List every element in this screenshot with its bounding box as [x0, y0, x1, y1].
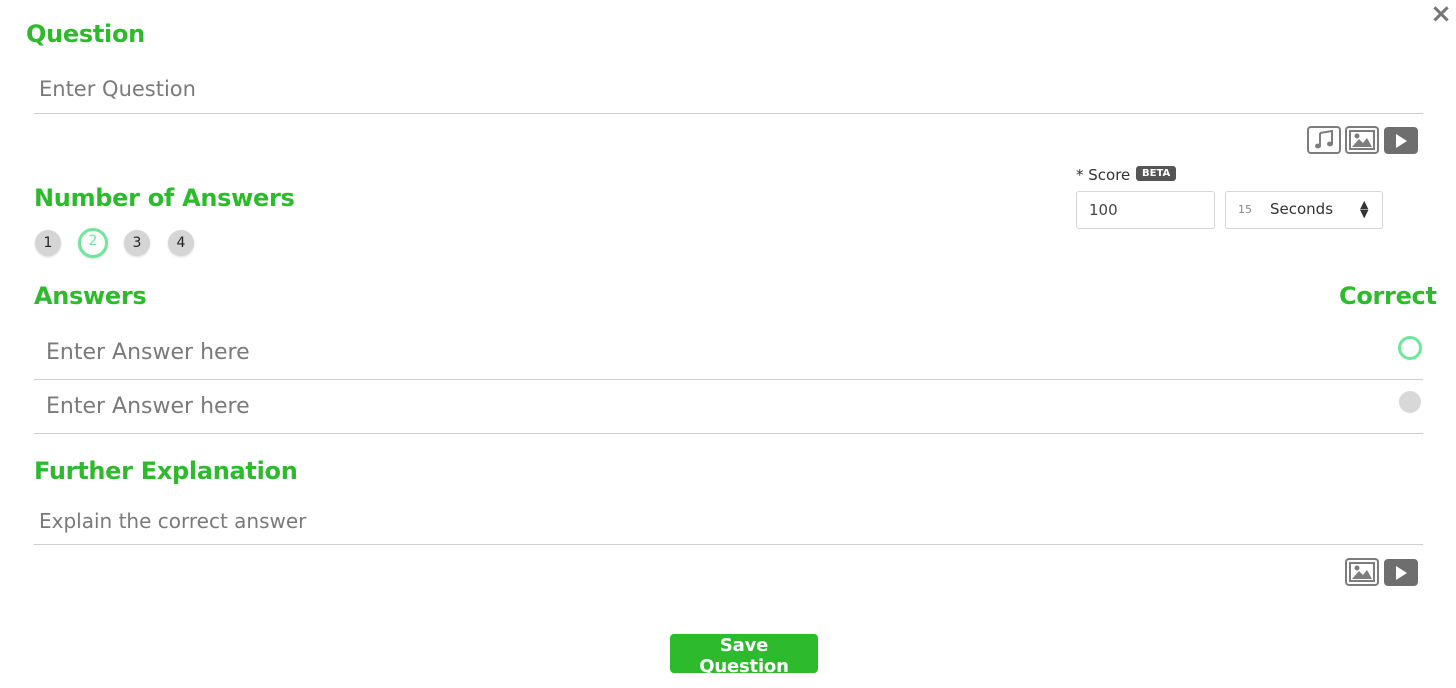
answer-count-option-2[interactable]: 2 — [78, 228, 108, 258]
correct-heading: Correct — [1339, 282, 1437, 310]
music-icon[interactable] — [1307, 126, 1341, 154]
select-arrows-icon: ▲ ▼ — [1360, 198, 1369, 220]
beta-badge: BETA — [1136, 166, 1177, 181]
further-explanation-heading: Further Explanation — [34, 457, 298, 485]
close-icon[interactable]: × — [1430, 1, 1452, 27]
score-input[interactable]: 100 — [1076, 191, 1215, 229]
video-play-icon[interactable] — [1384, 559, 1418, 586]
answer-count-option-1[interactable]: 1 — [35, 230, 61, 256]
answer-count-option-4[interactable]: 4 — [168, 230, 194, 256]
correct-radio-2[interactable] — [1399, 391, 1421, 413]
answer-count-option-3[interactable]: 3 — [124, 230, 150, 256]
answer-input-2[interactable] — [34, 380, 1423, 434]
time-select[interactable]: 15 Seconds ▲ ▼ — [1225, 191, 1383, 229]
answers-heading: Answers — [34, 282, 147, 310]
image-icon[interactable] — [1345, 558, 1379, 586]
answer-input-1[interactable] — [34, 325, 1423, 380]
time-unit: Seconds — [1270, 200, 1334, 218]
correct-radio-1[interactable] — [1398, 336, 1422, 360]
question-heading: Question — [26, 20, 145, 48]
question-input[interactable] — [34, 64, 1423, 114]
video-play-icon[interactable] — [1384, 127, 1418, 154]
time-value: 15 — [1238, 203, 1252, 216]
number-of-answers-heading: Number of Answers — [34, 184, 295, 212]
explanation-input[interactable] — [34, 498, 1423, 545]
save-question-button[interactable]: Save Question — [670, 634, 818, 677]
image-icon[interactable] — [1345, 126, 1379, 154]
score-label: * Score — [1076, 166, 1131, 184]
